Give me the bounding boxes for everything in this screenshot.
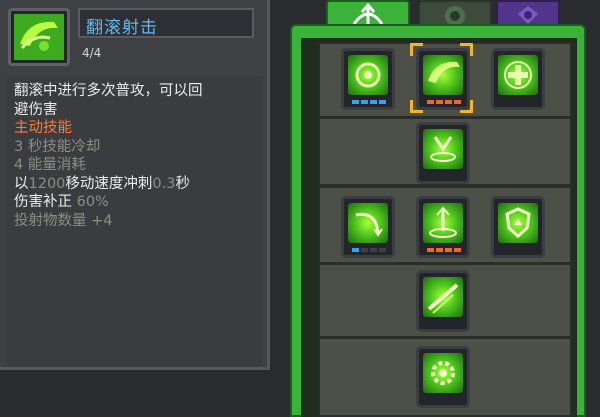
roll-shot-icon — [423, 55, 463, 95]
gear-burst-skill[interactable] — [416, 346, 470, 408]
target-circle-skill[interactable] — [341, 48, 395, 110]
skill-level-pips — [352, 248, 386, 252]
arrow-rain-icon — [423, 129, 463, 169]
energy-cost-line: 4 能量消耗 — [14, 157, 86, 173]
dash-line: 以1200移动速度冲刺0.3秒 — [14, 175, 256, 194]
selection-corner — [410, 43, 423, 56]
projectile-value: +4 — [91, 212, 113, 229]
skill-level-pips — [352, 100, 386, 104]
piercing-shot-icon — [423, 277, 463, 317]
dash-prefix: 以 — [14, 175, 29, 192]
selection-corner — [460, 100, 473, 113]
damage-value: 60% — [76, 194, 109, 210]
damage-line: 伤害补正 60% — [14, 193, 256, 212]
skill-title: 翻滚射击 — [86, 18, 158, 38]
trap-icon — [423, 203, 463, 243]
gear-burst-icon — [423, 353, 463, 393]
damage-label: 伤害补正 — [14, 194, 77, 210]
active-skill-label: 主动技能 — [14, 120, 72, 136]
desc-line-1: 翻滚中进行多次普攻，可以回 — [14, 83, 203, 99]
swirl-arrow-icon — [348, 203, 388, 243]
heal-cross-skill[interactable] — [491, 48, 545, 110]
skill-level-pips — [427, 100, 461, 104]
dash-suffix: 秒 — [175, 175, 190, 192]
dash-seconds-value: 0.3 — [152, 175, 176, 192]
skill-tooltip: 翻滚射击 4/4 翻滚中进行多次普攻，可以回 避伤害 主动技能 3 秒技能冷却 … — [0, 0, 270, 370]
desc-line-2: 避伤害 — [14, 101, 58, 118]
skill-level: 4/4 — [82, 46, 102, 60]
swirl-arrow-skill[interactable] — [341, 196, 395, 258]
dash-middle: 移动速度冲刺 — [65, 175, 153, 192]
cooldown-line: 3 秒技能冷却 — [14, 138, 101, 155]
arrow-rain-skill[interactable] — [416, 122, 470, 184]
skill-title-box: 翻滚射击 — [78, 8, 254, 38]
projectile-line: 投射物数量 +4 — [14, 212, 256, 231]
piercing-shot-skill[interactable] — [416, 270, 470, 332]
shield-icon — [498, 203, 538, 243]
selection-corner — [410, 100, 423, 113]
dash-speed-value: 1200 — [28, 175, 66, 192]
projectile-label: 投射物数量 — [14, 212, 92, 229]
roll-shot-icon — [8, 8, 70, 66]
skill-description-box: 翻滚中进行多次普攻，可以回 避伤害 主动技能 3 秒技能冷却 4 能量消耗 以1… — [6, 76, 262, 366]
heal-cross-icon — [498, 55, 538, 95]
target-circle-icon — [348, 55, 388, 95]
trap-skill[interactable] — [416, 196, 470, 258]
skill-level-pips — [427, 248, 461, 252]
selection-corner — [460, 43, 473, 56]
shield-skill[interactable] — [491, 196, 545, 258]
